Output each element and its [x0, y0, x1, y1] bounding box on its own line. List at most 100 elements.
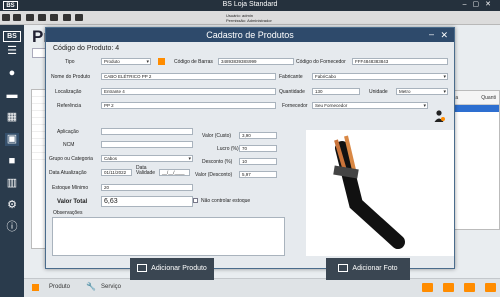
- person-icon[interactable]: [13, 14, 21, 21]
- lucro-label: Lucro (%): [217, 146, 239, 152]
- aplicacao-input[interactable]: [101, 128, 193, 135]
- nome-input[interactable]: CABO ELÉTRICO PP 2: [101, 73, 276, 80]
- add-product-button[interactable]: Adicionar Produto: [130, 258, 214, 280]
- referencia-input[interactable]: PP 2: [101, 102, 276, 109]
- unidade-select[interactable]: Metro: [396, 88, 448, 95]
- desconto-label: Desconto (%): [202, 159, 233, 165]
- user-info: Usuário: admin Permissão: Administrador: [226, 13, 272, 23]
- data-atualizacao-label: Data Atualização: [49, 170, 87, 176]
- minimize-icon[interactable]: –: [463, 1, 473, 8]
- produto-legend-icon: [32, 284, 39, 291]
- edit-icon[interactable]: [443, 283, 454, 292]
- tipo-select[interactable]: Produto: [101, 58, 151, 65]
- table-row-selected[interactable]: [449, 105, 499, 112]
- grupo-select[interactable]: Cabos: [101, 155, 193, 162]
- referencia-label: Referência: [57, 103, 82, 109]
- localizacao-label: Localização: [55, 89, 82, 95]
- ncm-input[interactable]: [101, 141, 193, 148]
- products-icon[interactable]: ▣: [5, 133, 19, 146]
- dialog-close-icon[interactable]: ✕: [440, 28, 448, 42]
- fornecedor-label: Fornecedor: [282, 103, 308, 109]
- cable-image: [333, 135, 405, 249]
- document-icon[interactable]: [63, 14, 71, 21]
- unidade-label: Unidade: [369, 89, 388, 95]
- camera-icon: [338, 264, 349, 273]
- nome-label: Nome do Produto: [51, 74, 91, 80]
- codigo-barras-label: Código de Barras: [174, 59, 213, 65]
- chart-icon[interactable]: ▥: [5, 177, 19, 190]
- sidebar-logo: BS: [3, 31, 21, 42]
- nao-controlar-checkbox[interactable]: [193, 198, 198, 203]
- data-validade-label: Data Validade: [136, 165, 156, 176]
- desconto-input[interactable]: 10: [239, 158, 277, 165]
- window-controls: –▢✕: [463, 0, 497, 8]
- truck-icon[interactable]: ▬: [5, 89, 19, 102]
- tipo-color-icon: [158, 58, 165, 65]
- observacoes-label: Observações: [53, 210, 83, 216]
- observacoes-textarea[interactable]: [52, 217, 285, 256]
- app-titlebar: BS BS Loja Standard –▢✕: [0, 0, 500, 11]
- permissao-value: Administrador: [247, 18, 272, 23]
- valor-desconto-label: Valor (Desconto): [195, 172, 233, 178]
- delete-icon[interactable]: [464, 283, 475, 292]
- info-icon[interactable]: ⓘ: [5, 221, 19, 234]
- contacts-icon[interactable]: [50, 14, 58, 21]
- fabricante-label: Fabricante: [279, 74, 303, 80]
- user-icon[interactable]: [2, 14, 10, 21]
- print-icon[interactable]: [422, 283, 433, 292]
- grupo-label: Grupo ou Categoria: [49, 156, 93, 162]
- codigo-barras-input[interactable]: 3489383938S999: [218, 58, 294, 65]
- bottom-bar: Produto 🔧 Serviço: [24, 278, 500, 297]
- add-product-icon: [137, 264, 148, 273]
- table-icon[interactable]: [38, 14, 46, 21]
- estoque-minimo-input[interactable]: 20: [101, 184, 193, 191]
- product-dialog: Cadastro de Produtos – ✕ Código do Produ…: [45, 27, 455, 280]
- calculator-icon[interactable]: [75, 14, 83, 21]
- settings-icon[interactable]: ⚙: [5, 199, 19, 212]
- user-icon[interactable]: ●: [5, 67, 19, 80]
- valor-desconto-input[interactable]: 5,97: [239, 171, 277, 178]
- nao-controlar-label: Não controlar estoque: [201, 198, 251, 204]
- codigo-fornecedor-input[interactable]: FFF4848383843: [352, 58, 448, 65]
- export-icon[interactable]: [485, 283, 496, 292]
- table-header-col2: Quanti: [481, 95, 496, 101]
- ncm-label: NCM: [63, 142, 75, 148]
- table-header: Pa Quanti: [449, 91, 499, 105]
- dialog-minimize-icon[interactable]: –: [429, 28, 434, 41]
- wrench-icon: 🔧: [86, 282, 96, 291]
- add-photo-label: Adicionar Foto: [352, 265, 398, 272]
- produto-legend: Produto: [49, 284, 71, 290]
- background-table: Pa Quanti: [448, 90, 500, 230]
- tipo-label: Tipo: [65, 59, 75, 65]
- close-icon[interactable]: ✕: [485, 1, 497, 8]
- product-code: Código do Produto: 4: [53, 45, 120, 52]
- sidebar: BS ☰ ● ▬ ▦ ▣ ■ ▥ ⚙ ⓘ: [0, 25, 24, 297]
- data-atualizacao-input[interactable]: 01/11/2022: [101, 169, 132, 176]
- bottom-actions: [422, 283, 496, 292]
- valor-total-label: Valor Total: [57, 199, 88, 205]
- data-validade-input[interactable]: __/__/____: [159, 169, 190, 176]
- dialog-title: Cadastro de Produtos: [46, 28, 454, 42]
- lucro-input[interactable]: 70: [239, 145, 277, 152]
- maximize-icon[interactable]: ▢: [473, 1, 486, 8]
- add-supplier-icon[interactable]: [434, 110, 445, 122]
- mail-icon[interactable]: [26, 14, 34, 21]
- localizacao-input[interactable]: Entrante 4: [101, 88, 276, 95]
- valor-total-value: 6,63: [101, 196, 193, 207]
- fabricante-select[interactable]: FabriCabo: [312, 73, 448, 80]
- add-photo-button[interactable]: Adicionar Foto: [326, 258, 410, 280]
- quantidade-input[interactable]: 130: [312, 88, 360, 95]
- toolbar: Usuário: admin Permissão: Administrador: [0, 11, 500, 25]
- app-window: BS BS Loja Standard –▢✕ Usuário: admin P…: [0, 0, 500, 297]
- box-icon[interactable]: ■: [5, 155, 19, 168]
- dialog-body: Código do Produto: 4 Tipo Produto Código…: [46, 42, 454, 280]
- menu-icon[interactable]: ☰: [5, 45, 19, 58]
- app-title: BS Loja Standard: [222, 1, 278, 8]
- valor-custo-input[interactable]: 3,90: [239, 132, 277, 139]
- product-image: [306, 130, 454, 256]
- cart-icon[interactable]: ▦: [5, 111, 19, 124]
- servico-legend: Serviço: [101, 284, 122, 290]
- estoque-minimo-label: Estoque Mínimo: [52, 185, 89, 191]
- valor-custo-label: Valor (Custo): [202, 133, 232, 139]
- fornecedor-select[interactable]: Seu Fornecedor: [312, 102, 428, 109]
